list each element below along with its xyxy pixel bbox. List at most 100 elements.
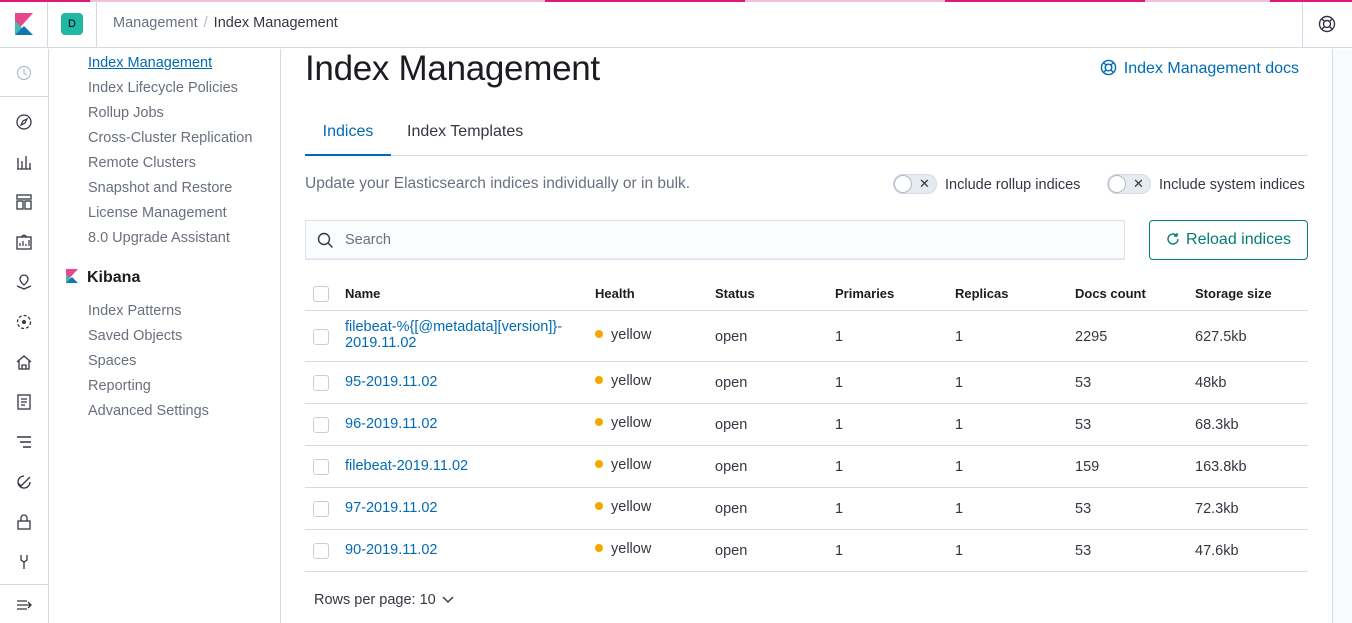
- sidenav-remote-clusters[interactable]: Remote Clusters: [88, 155, 196, 171]
- cell-storage-size: 72.3kb: [1195, 501, 1239, 517]
- help-lifebuoy-icon: [1100, 59, 1117, 76]
- sidenav-spaces[interactable]: Spaces: [88, 353, 136, 369]
- cell-health: yellow: [595, 541, 651, 557]
- include-rollup-label: Include rollup indices: [945, 177, 1081, 193]
- index-name-link[interactable]: 90-2019.11.02: [345, 542, 437, 558]
- tab-index-templates[interactable]: Index Templates: [407, 123, 523, 156]
- column-header-status[interactable]: Status: [715, 286, 755, 301]
- search-icon: [317, 232, 333, 248]
- sidenav-upgrade-assistant[interactable]: 8.0 Upgrade Assistant: [88, 230, 230, 246]
- sidenav-saved-objects[interactable]: Saved Objects: [88, 328, 182, 344]
- space-selector[interactable]: D: [48, 2, 97, 48]
- cell-health: yellow: [595, 499, 651, 515]
- cell-status: open: [715, 543, 748, 559]
- row-checkbox[interactable]: [313, 459, 329, 475]
- column-header-replicas[interactable]: Replicas: [955, 286, 1008, 301]
- machine-learning-icon[interactable]: [14, 312, 34, 332]
- cell-storage-size: 68.3kb: [1195, 417, 1239, 433]
- infrastructure-icon[interactable]: [14, 352, 34, 372]
- health-status-dot-icon: [595, 376, 603, 384]
- cell-storage-size: 48kb: [1195, 375, 1227, 391]
- health-status-dot-icon: [595, 460, 603, 468]
- sidenav-index-patterns[interactable]: Index Patterns: [88, 303, 182, 319]
- index-name-link[interactable]: 95-2019.11.02: [345, 374, 437, 390]
- index-name-link[interactable]: filebeat-%{[@metadata][version]}- 2019.11…: [345, 319, 562, 351]
- index-name-line: filebeat-2019.11.02: [345, 458, 469, 474]
- collapse-nav-icon[interactable]: [14, 595, 34, 615]
- switch-off-x-icon: ✕: [919, 176, 930, 191]
- index-name-line: filebeat-%{[@metadata][version]}-: [345, 319, 563, 335]
- index-name-link[interactable]: filebeat-2019.11.02: [345, 458, 468, 474]
- cell-storage-size: 627.5kb: [1195, 329, 1247, 345]
- sidenav-advanced-settings[interactable]: Advanced Settings: [88, 403, 209, 419]
- cell-health: yellow: [595, 373, 651, 389]
- index-name-line: 95-2019.11.02: [345, 374, 438, 390]
- health-status-dot-icon: [595, 330, 603, 338]
- visualize-icon[interactable]: [14, 152, 34, 172]
- breadcrumb-management[interactable]: Management: [113, 15, 198, 31]
- cell-replicas: 1: [955, 543, 964, 559]
- top-header: D Management / Index Management: [0, 2, 1352, 48]
- reload-indices-button[interactable]: Reload indices: [1149, 220, 1308, 260]
- column-header-name[interactable]: Name: [345, 286, 380, 301]
- sidenav-group-kibana-label: Kibana: [87, 269, 141, 286]
- recently-viewed-clock-icon[interactable]: [14, 63, 34, 83]
- row-checkbox[interactable]: [313, 329, 329, 345]
- column-header-primaries[interactable]: Primaries: [835, 286, 894, 301]
- row-checkbox[interactable]: [313, 375, 329, 391]
- system-switch[interactable]: ✕: [1107, 174, 1151, 194]
- cell-docs-count: 2295: [1075, 329, 1108, 345]
- sidenav-index-lifecycle-policies[interactable]: Index Lifecycle Policies: [88, 80, 238, 96]
- index-name-link[interactable]: 97-2019.11.02: [345, 500, 437, 516]
- discover-compass-icon[interactable]: [14, 112, 34, 132]
- index-name-link[interactable]: 96-2019.11.02: [345, 416, 437, 432]
- tab-indices[interactable]: Indices: [305, 123, 391, 156]
- health-label: yellow: [611, 499, 652, 515]
- table-row: filebeat-2019.11.02 yellow open 1 1 159 163.8k…: [305, 446, 1308, 488]
- sidenav-cross-cluster-replication[interactable]: Cross-Cluster Replication: [88, 130, 252, 146]
- sidenav-snapshot-and-restore[interactable]: Snapshot and Restore: [88, 180, 232, 196]
- uptime-icon[interactable]: [14, 472, 34, 492]
- apm-icon[interactable]: [14, 432, 34, 452]
- canvas-icon[interactable]: [14, 232, 34, 252]
- rows-per-page-button[interactable]: Rows per page: 10: [314, 592, 454, 608]
- sidenav-license-management[interactable]: License Management: [88, 205, 227, 221]
- sidenav-rollup-jobs[interactable]: Rollup Jobs: [88, 105, 164, 121]
- docs-link-label: Index Management docs: [1123, 60, 1299, 77]
- column-header-health[interactable]: Health: [595, 286, 635, 301]
- cell-health: yellow: [595, 457, 651, 473]
- table-row: filebeat-%{[@metadata][version]}- 2019.11…: [305, 311, 1308, 362]
- cell-health: yellow: [595, 327, 651, 343]
- help-icon: [1318, 15, 1336, 33]
- siem-lock-icon[interactable]: [14, 512, 34, 532]
- column-header-storage-size[interactable]: Storage size: [1195, 286, 1272, 301]
- health-label: yellow: [611, 327, 652, 343]
- cell-docs-count: 159: [1075, 459, 1100, 475]
- select-all-checkbox[interactable]: [313, 286, 329, 302]
- breadcrumb-separator: /: [203, 15, 208, 31]
- docs-link[interactable]: Index Management docs: [1100, 59, 1299, 78]
- kibana-logo-button[interactable]: [0, 2, 48, 48]
- logs-icon[interactable]: [14, 392, 34, 412]
- row-checkbox[interactable]: [313, 543, 329, 559]
- cell-docs-count: 53: [1075, 543, 1092, 559]
- help-menu-button[interactable]: [1302, 2, 1352, 48]
- row-checkbox[interactable]: [313, 501, 329, 517]
- dashboard-icon[interactable]: [14, 192, 34, 212]
- column-header-docs-count[interactable]: Docs count: [1075, 286, 1146, 301]
- kibana-logo-icon: [15, 13, 33, 35]
- sidenav-reporting[interactable]: Reporting: [88, 378, 151, 394]
- dev-tools-wrench-icon[interactable]: [14, 552, 34, 572]
- space-avatar: D: [61, 13, 83, 35]
- sidenav-index-management[interactable]: Index Management: [88, 55, 212, 71]
- maps-icon[interactable]: [14, 272, 34, 292]
- rollup-switch[interactable]: ✕: [893, 174, 937, 194]
- cell-primaries: 1: [835, 459, 844, 475]
- cell-primaries: 1: [835, 543, 844, 559]
- row-checkbox[interactable]: [313, 417, 329, 433]
- main-content: Index Management Index Management docs I…: [281, 49, 1333, 623]
- cell-replicas: 1: [955, 417, 964, 433]
- search-input[interactable]: [345, 221, 1115, 259]
- include-rollup-toggle[interactable]: ✕ Include rollup indices: [893, 174, 1080, 194]
- include-system-toggle[interactable]: ✕ Include system indices: [1107, 174, 1305, 194]
